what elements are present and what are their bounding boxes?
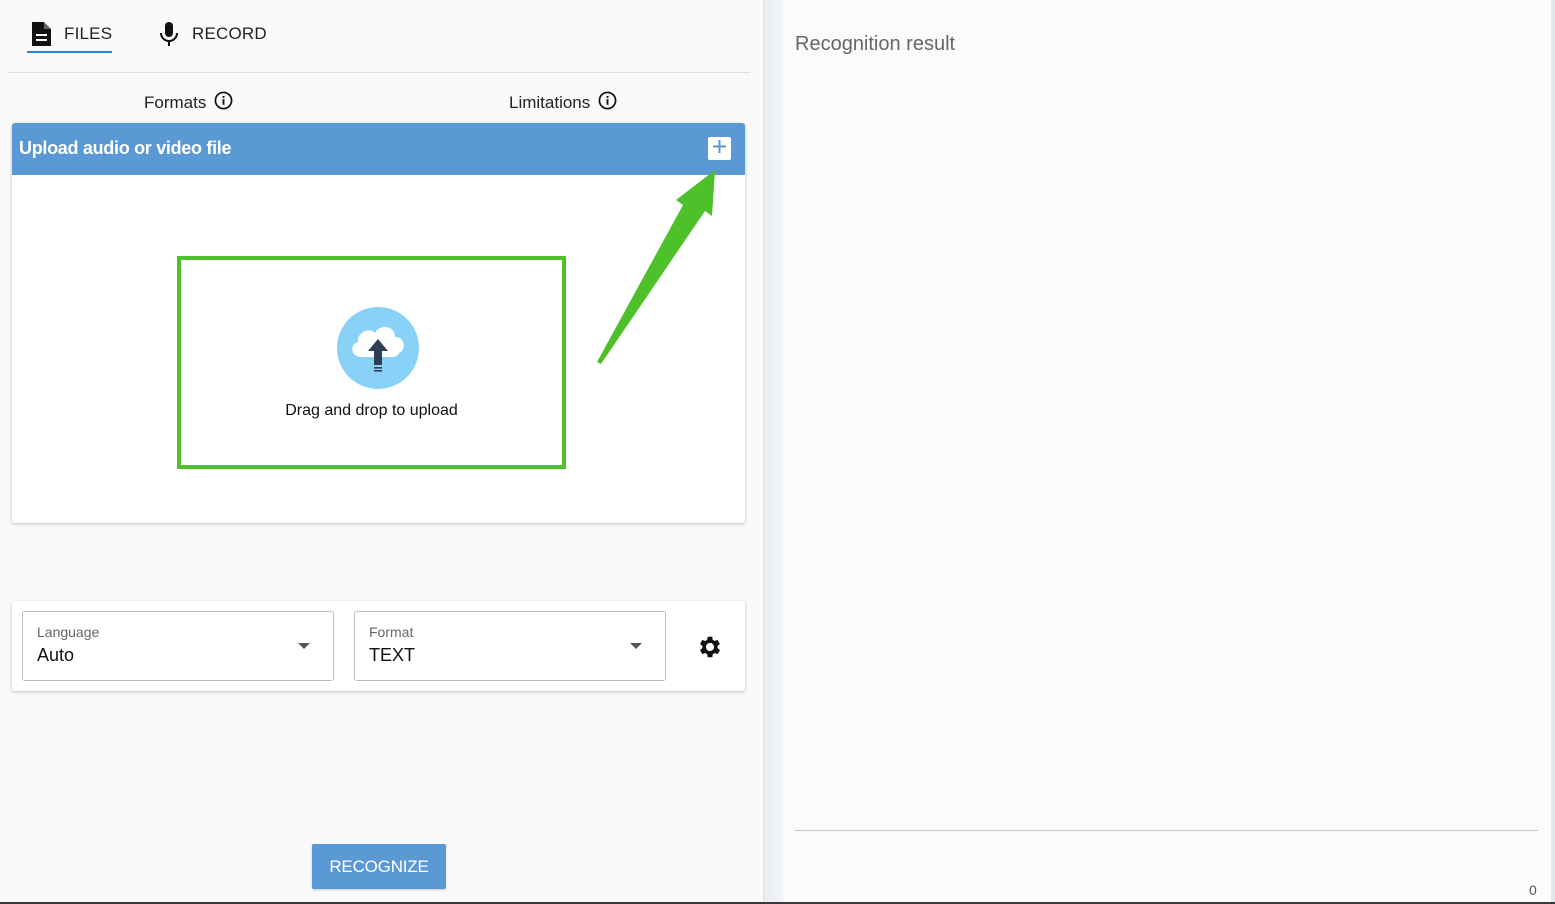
info-circle-icon[interactable] bbox=[214, 91, 233, 115]
format-label: Format bbox=[369, 624, 414, 640]
add-file-button[interactable] bbox=[708, 137, 731, 160]
file-document-icon bbox=[27, 20, 55, 48]
active-tab-indicator bbox=[27, 51, 112, 53]
language-label: Language bbox=[37, 624, 100, 640]
chevron-down-icon bbox=[630, 643, 642, 649]
chevron-down-icon bbox=[298, 643, 310, 649]
formats-label: Formats bbox=[144, 93, 207, 112]
result-underline bbox=[795, 830, 1538, 831]
settings-card: Language Auto Format TEXT bbox=[12, 601, 745, 691]
left-panel: FILES RECORD Formats Limitations Upload … bbox=[0, 0, 763, 902]
upload-title: Upload audio or video file bbox=[19, 138, 232, 158]
language-select[interactable]: Language Auto bbox=[22, 611, 334, 681]
upload-header: Upload audio or video file bbox=[12, 123, 745, 175]
scrollbar-track[interactable] bbox=[1551, 0, 1555, 904]
formats-info[interactable]: Formats bbox=[144, 90, 233, 116]
microphone-icon bbox=[155, 20, 183, 48]
tab-record[interactable]: RECORD bbox=[155, 14, 275, 54]
limitations-label: Limitations bbox=[509, 93, 591, 112]
right-panel: Recognition result 0 bbox=[783, 0, 1551, 902]
plus-icon bbox=[712, 139, 727, 159]
app-root: FILES RECORD Formats Limitations Upload … bbox=[0, 0, 1555, 904]
format-value: TEXT bbox=[369, 645, 416, 665]
tab-files-label: FILES bbox=[64, 24, 113, 43]
char-counter: 0 bbox=[1529, 882, 1537, 898]
tab-files[interactable]: FILES bbox=[27, 14, 113, 54]
format-select[interactable]: Format TEXT bbox=[354, 611, 666, 681]
cloud-upload-icon bbox=[337, 307, 419, 389]
upload-card: Upload audio or video file Drag and drop… bbox=[12, 123, 745, 523]
drop-text: Drag and drop to upload bbox=[285, 402, 458, 419]
drop-zone[interactable]: Drag and drop to upload bbox=[177, 256, 566, 469]
result-title: Recognition result bbox=[795, 33, 956, 55]
source-tabs: FILES RECORD bbox=[7, 0, 750, 73]
panel-divider[interactable] bbox=[763, 0, 783, 904]
recognize-button[interactable]: RECOGNIZE bbox=[312, 844, 446, 889]
language-value: Auto bbox=[37, 645, 75, 665]
info-circle-icon[interactable] bbox=[598, 91, 617, 115]
limitations-info[interactable]: Limitations bbox=[509, 90, 617, 116]
gear-icon[interactable] bbox=[696, 633, 724, 661]
tab-record-label: RECORD bbox=[192, 24, 267, 43]
